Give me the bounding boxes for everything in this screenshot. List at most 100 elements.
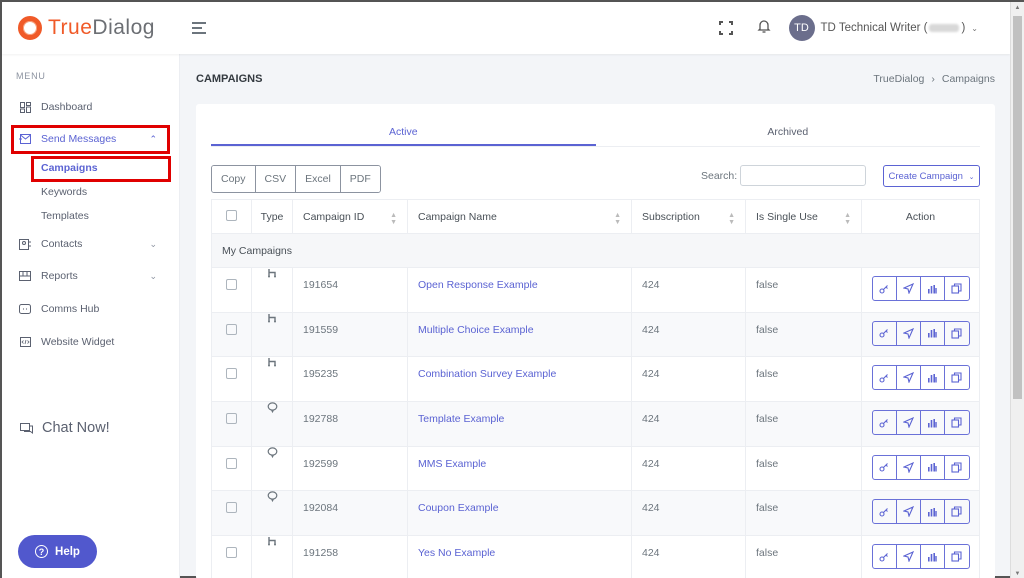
redacted-text [929, 24, 960, 32]
row-checkbox[interactable] [226, 457, 237, 469]
key-action-button[interactable] [873, 321, 897, 345]
key-action-button[interactable] [873, 277, 897, 300]
select-all-header [211, 199, 252, 234]
logo[interactable]: TrueDialog [2, 16, 180, 40]
sidebar-item-website-widget[interactable]: Website Widget [2, 330, 179, 354]
copy-button[interactable]: Copy [212, 166, 256, 192]
send-action-button[interactable] [897, 411, 921, 435]
survey-type-icon [267, 537, 278, 549]
copy-action-button[interactable] [945, 366, 969, 389]
export-buttons: Copy CSV Excel PDF [211, 165, 381, 193]
breadcrumb-home[interactable]: TrueDialog [873, 73, 924, 85]
csv-button[interactable]: CSV [255, 166, 297, 192]
send-action-button[interactable] [897, 277, 921, 300]
sidebar-subitem-campaigns[interactable]: Campaigns [2, 156, 179, 180]
tab-archived[interactable]: Archived [596, 119, 981, 146]
row-select-cell [211, 356, 252, 403]
campaign-name-cell: Template Example [407, 401, 632, 447]
chart-action-button[interactable] [921, 455, 945, 479]
notification-bell-icon[interactable] [756, 19, 771, 37]
sidebar-item-dashboard[interactable]: Dashboard [2, 95, 179, 119]
chat-now-button[interactable]: Chat Now! [20, 420, 110, 436]
excel-button[interactable]: Excel [296, 166, 341, 192]
column-header-campaign-id[interactable]: Campaign ID ▲ ▼ [292, 199, 408, 234]
column-header-type[interactable]: Type [251, 199, 293, 234]
sidebar-subitem-templates[interactable]: Templates [2, 204, 179, 228]
row-checkbox[interactable] [226, 368, 237, 380]
avatar[interactable]: TD [788, 15, 815, 41]
key-icon [879, 284, 889, 294]
campaign-name-link[interactable]: Coupon Example [418, 502, 499, 514]
sort-icon: ▲ ▼ [390, 212, 397, 226]
sidebar-item-comms-hub[interactable]: Comms Hub [2, 297, 179, 321]
group-label: My Campaigns [211, 233, 980, 268]
sidebar-item-send-messages[interactable]: Send Messages ⌃ [2, 127, 179, 151]
campaign-name-link[interactable]: Combination Survey Example [418, 368, 556, 380]
chart-action-button[interactable] [921, 277, 945, 300]
copy-action-button[interactable] [945, 411, 969, 434]
chart-action-button[interactable] [921, 545, 945, 569]
chart-action-button[interactable] [921, 321, 945, 345]
campaign-name-cell: Open Response Example [407, 267, 632, 313]
copy-action-button[interactable] [945, 500, 969, 523]
sidebar-subitem-keywords[interactable]: Keywords [2, 180, 179, 204]
campaign-name-link[interactable]: Multiple Choice Example [418, 324, 534, 336]
campaign-name-link[interactable]: Template Example [418, 413, 504, 425]
row-checkbox[interactable] [226, 413, 237, 425]
send-action-button[interactable] [897, 455, 921, 479]
send-action-button[interactable] [897, 366, 921, 390]
key-action-button[interactable] [873, 545, 897, 569]
column-header-campaign-name[interactable]: Campaign Name ▲ ▼ [407, 199, 632, 234]
scrollbar-thumb[interactable] [1013, 16, 1022, 399]
key-action-button[interactable] [873, 500, 897, 524]
copy-action-button[interactable] [945, 322, 969, 345]
copy-icon [951, 417, 962, 428]
copy-action-button[interactable] [945, 277, 969, 300]
copy-action-button[interactable] [945, 456, 969, 479]
user-menu[interactable]: TD Technical Writer ( ) ⌄ [821, 22, 978, 34]
sidebar-item-reports[interactable]: Reports ⌄ [2, 264, 179, 288]
chart-icon [927, 284, 937, 294]
vertical-scrollbar[interactable]: ▲ ▼ [1010, 2, 1024, 578]
row-checkbox[interactable] [226, 547, 237, 559]
key-action-button[interactable] [873, 411, 897, 435]
survey-type-icon [267, 358, 278, 370]
row-checkbox[interactable] [226, 323, 237, 335]
column-header-is-single-use[interactable]: Is Single Use ▲ ▼ [745, 199, 862, 234]
search-input[interactable] [740, 165, 866, 186]
send-action-button[interactable] [897, 500, 921, 524]
tab-active[interactable]: Active [211, 119, 596, 146]
hamburger-menu-icon[interactable] [192, 19, 206, 37]
campaign-name-link[interactable]: Yes No Example [418, 547, 495, 559]
copy-action-button[interactable] [945, 545, 969, 568]
campaign-name-cell: MMS Example [407, 445, 632, 492]
menu-title: MENU [16, 71, 46, 81]
column-header-subscription[interactable]: Subscription ▲ ▼ [631, 199, 746, 234]
sidebar-item-contacts[interactable]: Contacts ⌄ [2, 232, 179, 256]
pdf-button[interactable]: PDF [340, 166, 380, 192]
send-action-button[interactable] [897, 321, 921, 345]
chart-action-button[interactable] [921, 366, 945, 390]
scroll-down-arrow-icon[interactable]: ▼ [1011, 568, 1024, 578]
type-cell [251, 401, 293, 447]
fullscreen-icon[interactable] [718, 21, 733, 35]
key-action-button[interactable] [873, 455, 897, 479]
help-button[interactable]: ? Help [18, 535, 97, 568]
campaign-name-link[interactable]: Open Response Example [418, 279, 538, 291]
scroll-up-arrow-icon[interactable]: ▲ [1011, 2, 1024, 14]
row-checkbox[interactable] [226, 502, 237, 514]
chevron-down-icon: ⌄ [971, 23, 978, 33]
create-campaign-button[interactable]: Create Campaign ⌄ [883, 165, 980, 187]
send-action-button[interactable] [897, 545, 921, 569]
select-all-checkbox[interactable] [226, 209, 237, 221]
campaign-name-cell: Multiple Choice Example [407, 311, 632, 358]
campaign-name-link[interactable]: MMS Example [418, 458, 486, 470]
row-checkbox[interactable] [226, 279, 237, 290]
survey-type-icon [267, 313, 278, 326]
table-row: 191258 Yes No Example 424 false [211, 535, 980, 578]
key-action-button[interactable] [873, 366, 897, 390]
chart-icon [927, 507, 937, 517]
row-select-cell [211, 445, 252, 492]
chart-action-button[interactable] [921, 411, 945, 435]
chart-action-button[interactable] [921, 500, 945, 524]
